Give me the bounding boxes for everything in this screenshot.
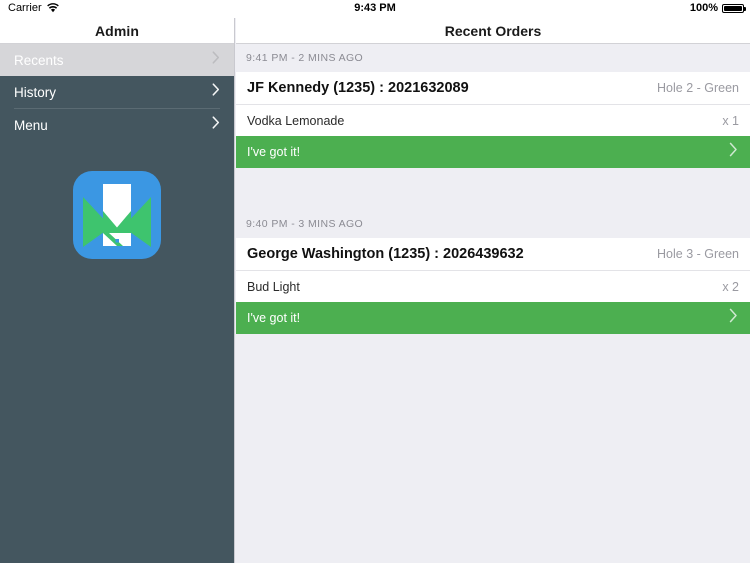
order-customer-label: George Washington (1235) : 2026439632 — [247, 246, 524, 262]
order-timestamp: 9:41 PM - 2 MINS AGO — [236, 44, 750, 72]
sidebar-item-recents-label: Recents — [14, 52, 64, 68]
got-it-button-label: I've got it! — [247, 145, 301, 159]
chevron-right-icon — [212, 83, 220, 101]
order-group: 9:41 PM - 2 MINS AGO JF Kennedy (1235) :… — [236, 44, 750, 168]
got-it-button[interactable]: I've got it! — [236, 302, 750, 334]
app-logo-icon — [73, 171, 161, 259]
order-header-row[interactable]: JF Kennedy (1235) : 2021632089 Hole 2 - … — [236, 72, 750, 105]
order-group: 9:40 PM - 3 MINS AGO George Washington (… — [236, 210, 750, 334]
sidebar-item-history-label: History — [14, 84, 57, 100]
order-location-label: Hole 3 - Green — [657, 247, 739, 261]
order-item-row: Bud Light x 2 — [236, 271, 750, 302]
detail-header: Recent Orders — [236, 18, 750, 44]
sidebar-nav-list: Recents History Menu — [0, 44, 234, 141]
sidebar-item-recents[interactable]: Recents — [0, 44, 234, 76]
battery-percent-label: 100% — [689, 2, 718, 14]
sidebar-item-menu[interactable]: Menu — [0, 109, 234, 141]
order-list-empty-area — [236, 334, 750, 534]
status-bar-clock: 9:43 PM — [354, 2, 396, 14]
chevron-right-icon — [212, 51, 220, 69]
order-item-row: Vodka Lemonade x 1 — [236, 105, 750, 136]
order-header-row[interactable]: George Washington (1235) : 2026439632 Ho… — [236, 238, 750, 271]
order-item-name: Vodka Lemonade — [247, 113, 345, 128]
order-item-qty: x 1 — [722, 113, 739, 128]
battery-full-icon — [722, 3, 746, 13]
status-bar-right: 100% — [689, 2, 746, 14]
got-it-button-label: I've got it! — [247, 311, 301, 325]
order-item-name: Bud Light — [247, 279, 300, 294]
got-it-button[interactable]: I've got it! — [236, 136, 750, 168]
order-customer-label: JF Kennedy (1235) : 2021632089 — [247, 80, 469, 96]
order-list-spacer — [236, 168, 750, 196]
chevron-right-icon — [729, 142, 738, 162]
detail-pane: Recent Orders 9:41 PM - 2 MINS AGO JF Ke… — [236, 18, 750, 563]
sidebar-item-menu-label: Menu — [14, 117, 48, 133]
sidebar-item-history[interactable]: History — [0, 76, 234, 108]
order-location-label: Hole 2 - Green — [657, 81, 739, 95]
page-title: Recent Orders — [444, 22, 542, 39]
app-logo-container — [0, 171, 234, 259]
sidebar-header: Admin — [0, 18, 234, 44]
chevron-right-icon — [729, 308, 738, 328]
order-item-qty: x 2 — [722, 279, 739, 294]
order-list-spacer — [236, 196, 750, 210]
chevron-right-icon — [212, 116, 220, 134]
status-bar: Carrier 9:43 PM 100% — [0, 0, 750, 18]
order-timestamp: 9:40 PM - 3 MINS AGO — [236, 210, 750, 238]
sidebar: Admin Recents History Menu — [0, 18, 235, 563]
sidebar-title: Admin — [94, 22, 140, 39]
